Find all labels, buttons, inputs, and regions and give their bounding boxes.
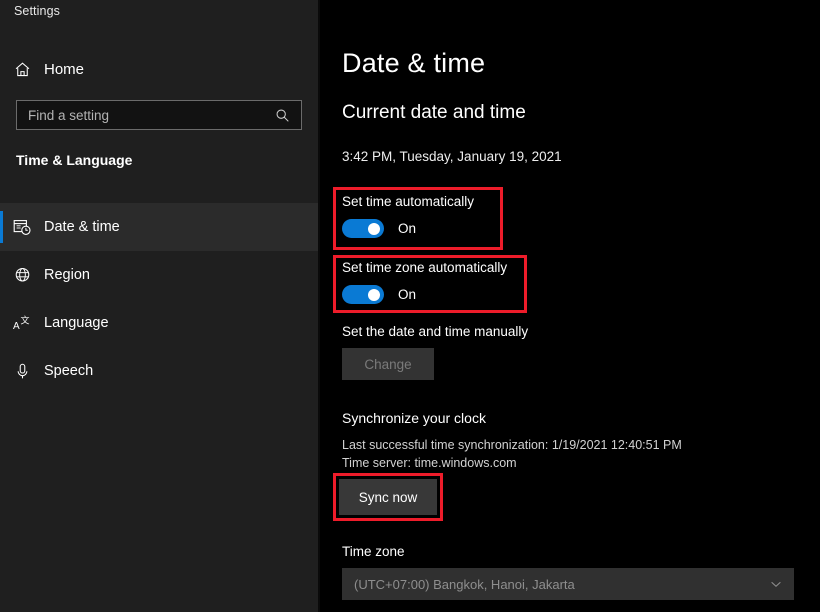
- search-setting-box[interactable]: [16, 100, 302, 130]
- chevron-down-icon[interactable]: [758, 577, 794, 591]
- search-icon[interactable]: [267, 108, 301, 123]
- set-time-automatically-state: On: [398, 221, 417, 236]
- calendar-clock-icon: [0, 217, 44, 237]
- toggle-knob: [368, 222, 380, 235]
- set-time-zone-automatically-state: On: [398, 287, 417, 302]
- sidebar-item-speech-label: Speech: [44, 363, 94, 379]
- change-button[interactable]: Change: [342, 348, 434, 380]
- sync-now-button[interactable]: Sync now: [339, 479, 437, 515]
- sidebar-item-home-label: Home: [44, 60, 85, 78]
- section-heading-current-date-time: Current date and time: [342, 102, 526, 123]
- microphone-icon: [0, 362, 44, 381]
- home-icon: [0, 60, 44, 79]
- set-time-automatically-row: On: [342, 219, 416, 238]
- synchronize-clock-heading: Synchronize your clock: [342, 410, 486, 426]
- set-time-automatically-label: Set time automatically: [342, 194, 475, 209]
- last-sync-text: Last successful time synchronization: 1/…: [342, 438, 682, 452]
- toggle-knob: [368, 288, 380, 301]
- search-input[interactable]: [17, 107, 267, 123]
- sidebar-item-date-time-label: Date & time: [44, 219, 120, 235]
- svg-text:文: 文: [21, 315, 30, 326]
- set-time-zone-automatically-row: On: [342, 285, 416, 304]
- settings-sidebar: Settings Home Time & Language: [0, 0, 318, 612]
- language-icon: A 文: [0, 313, 44, 333]
- app-title: Settings: [14, 4, 60, 18]
- settings-content-panel: Date & time Current date and time 3:42 P…: [320, 0, 820, 612]
- time-server-text: Time server: time.windows.com: [342, 456, 517, 470]
- time-zone-selected-value: (UTC+07:00) Bangkok, Hanoi, Jakarta: [354, 576, 575, 592]
- sidebar-nav-list: Date & time Region A 文 Language Speech: [0, 203, 318, 395]
- set-time-zone-automatically-toggle[interactable]: [342, 285, 384, 304]
- set-time-zone-automatically-label: Set time zone automatically: [342, 260, 508, 275]
- sidebar-item-region-label: Region: [44, 267, 90, 283]
- set-time-automatically-toggle[interactable]: [342, 219, 384, 238]
- page-title: Date & time: [342, 48, 486, 78]
- sidebar-item-language[interactable]: A 文 Language: [0, 299, 318, 347]
- sidebar-item-home[interactable]: Home: [0, 52, 318, 86]
- time-zone-label: Time zone: [342, 544, 405, 559]
- sidebar-section-title: Time & Language: [16, 152, 133, 168]
- svg-text:A: A: [13, 321, 20, 332]
- sidebar-item-speech[interactable]: Speech: [0, 347, 318, 395]
- set-date-time-manually-label: Set the date and time manually: [342, 324, 529, 339]
- sidebar-item-region[interactable]: Region: [0, 251, 318, 299]
- sidebar-item-language-label: Language: [44, 315, 109, 331]
- sidebar-item-date-time[interactable]: Date & time: [0, 203, 318, 251]
- time-zone-dropdown[interactable]: (UTC+07:00) Bangkok, Hanoi, Jakarta: [342, 568, 794, 600]
- current-date-time-value: 3:42 PM, Tuesday, January 19, 2021: [342, 149, 562, 164]
- globe-icon: [0, 266, 44, 285]
